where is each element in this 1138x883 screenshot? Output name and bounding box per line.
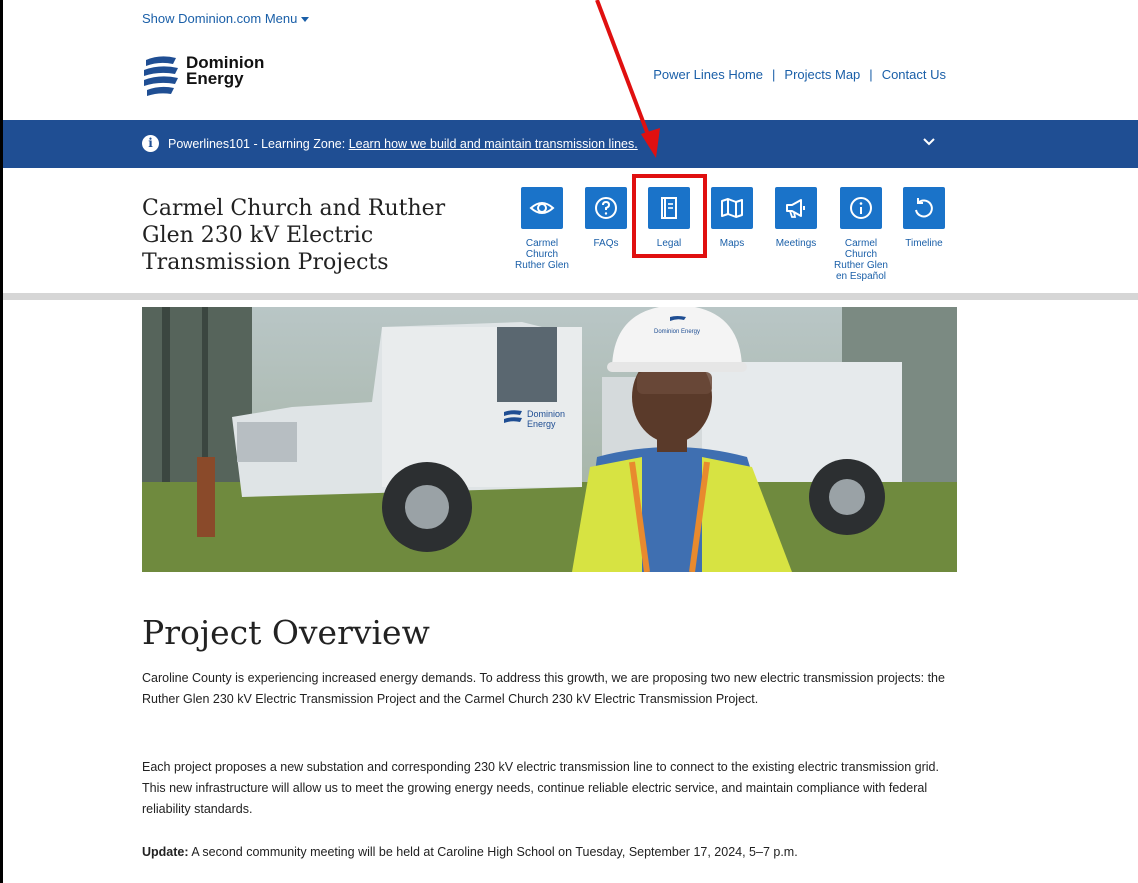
project-title: Carmel Church and Ruther Glen 230 kV Ele… [142, 196, 446, 275]
banner-text: Powerlines101 - Learning Zone: Learn how… [168, 137, 638, 151]
truck-logo-line1: Dominion [527, 409, 565, 419]
nav-button[interactable] [521, 187, 563, 229]
nav-button[interactable] [903, 187, 945, 229]
nav-label: Carmel Church Ruther Glen en Español [834, 238, 888, 282]
link-contact-us[interactable]: Contact Us [882, 67, 946, 82]
header-links: Power Lines Home | Projects Map | Contact Us [653, 67, 946, 82]
update-text: A second community meeting will be held … [188, 845, 798, 859]
info-icon: i [142, 135, 159, 152]
learning-zone-banner: i Powerlines101 - Learning Zone: Learn h… [0, 120, 1138, 168]
site-header: Show Dominion.com Menu Dominion Energy P… [0, 0, 1138, 120]
nav-button[interactable] [711, 187, 753, 229]
link-power-lines-home[interactable]: Power Lines Home [653, 67, 763, 82]
undo-icon [915, 198, 933, 218]
nav-en-espanol[interactable]: Carmel Church Ruther Glen en Español [826, 187, 896, 282]
annotation-highlight-box [632, 174, 707, 258]
link-separator: | [869, 67, 873, 82]
nav-label: FAQs [593, 238, 619, 249]
nav-maps[interactable]: Maps [697, 187, 767, 249]
link-separator: | [772, 67, 776, 82]
update-paragraph: Update: A second community meeting will … [142, 842, 962, 863]
nav-carmel-church-ruther-glen[interactable]: Carmel Church Ruther Glen [507, 187, 577, 271]
info-circle-icon [850, 197, 872, 219]
chevron-down-icon[interactable] [922, 135, 936, 149]
show-menu-label: Show Dominion.com Menu [142, 11, 298, 26]
logo-line2: Energy [186, 69, 244, 88]
nav-faqs[interactable]: FAQs [571, 187, 641, 249]
nav-timeline[interactable]: Timeline [889, 187, 959, 249]
nav-button[interactable] [585, 187, 627, 229]
banner-learn-link[interactable]: Learn how we build and maintain transmis… [349, 137, 638, 151]
dominion-logo-mark-icon [144, 56, 178, 96]
section-heading: Project Overview [142, 613, 430, 652]
paragraph-2: Each project proposes a new substation a… [142, 760, 939, 816]
nav-label: Maps [719, 238, 745, 249]
dominion-energy-logo[interactable]: Dominion Energy [142, 54, 282, 96]
nav-label: Carmel Church Ruther Glen [515, 238, 569, 271]
truck-logo-line2: Energy [527, 419, 556, 429]
nav-button[interactable] [840, 187, 882, 229]
show-menu-toggle[interactable]: Show Dominion.com Menu [142, 11, 310, 26]
eye-icon [529, 202, 555, 214]
nav-label: Timeline [905, 238, 943, 249]
update-label: Update: [142, 845, 189, 859]
helmet-logo-text: Dominion Energy [654, 329, 700, 335]
hero-illustration: Dominion Energy Dominion Energy [142, 307, 957, 572]
nav-label: Meetings [775, 238, 817, 249]
banner-prefix: Powerlines101 - Learning Zone: [168, 137, 346, 151]
paragraph-1: Caroline County is experiencing increase… [142, 671, 945, 706]
caret-down-icon [301, 17, 310, 23]
question-icon [595, 197, 617, 219]
link-projects-map[interactable]: Projects Map [784, 67, 860, 82]
map-icon [721, 198, 743, 218]
logo-wordmark: Dominion Energy [186, 54, 264, 88]
hero-photo: Dominion Energy Dominion Energy [142, 307, 957, 572]
project-nav: Carmel Church and Ruther Glen 230 kV Ele… [0, 168, 1138, 300]
nav-button[interactable] [775, 187, 817, 229]
megaphone-icon [786, 199, 805, 218]
nav-meetings[interactable]: Meetings [761, 187, 831, 249]
